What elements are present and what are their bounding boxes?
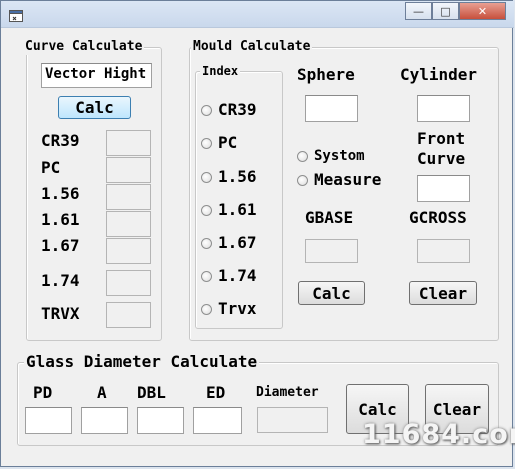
curve-pc-output [106, 157, 151, 183]
radio-circle-icon [297, 150, 308, 162]
curve-label-trvx: TRVX [41, 304, 80, 323]
curve-label-1-61: 1.61 [41, 210, 80, 229]
index-radio-1-67[interactable]: 1.67 [201, 233, 257, 253]
diameter-label: Diameter [256, 385, 319, 400]
index-radio-trvx[interactable]: Trvx [201, 299, 257, 319]
glass-diameter-title: Glass Diameter Calculate [24, 352, 260, 372]
radio-circle-icon [201, 104, 212, 116]
sphere-label: Sphere [297, 65, 355, 84]
a-label: A [97, 383, 107, 402]
pd-input[interactable] [25, 407, 72, 434]
curve-label-pc: PC [41, 158, 61, 177]
radio-circle-icon [201, 204, 212, 216]
pd-label: PD [33, 383, 53, 402]
ed-label: ED [206, 383, 226, 402]
curve-calculate-title: Curve Calculate [23, 39, 145, 55]
curve-label-cr39: CR39 [41, 131, 80, 150]
index-radio-pc[interactable]: PC [201, 133, 237, 153]
vector-hight-field[interactable]: Vector Hight [41, 63, 152, 88]
radio-circle-icon [201, 237, 212, 249]
mode-radio-systom[interactable]: Systom [297, 146, 365, 166]
radio-circle-icon [201, 171, 212, 183]
front-curve-label: Front Curve [417, 129, 466, 168]
curve-1-56-output [106, 184, 151, 210]
dbl-input[interactable] [137, 407, 184, 434]
site-watermark: 11684.com [362, 419, 515, 450]
close-button[interactable]: ✕ [459, 2, 506, 20]
cylinder-label: Cylinder [400, 65, 478, 84]
radio-circle-icon [201, 137, 212, 149]
app-window-icon [9, 7, 23, 26]
curve-1-67-output [106, 238, 151, 264]
curve-1-74-output [106, 270, 151, 296]
ed-input[interactable] [193, 407, 242, 434]
cylinder-input[interactable] [417, 95, 470, 122]
curve-label-1-74: 1.74 [41, 271, 80, 290]
index-radio-cr39[interactable]: CR39 [201, 100, 257, 120]
curve-cr39-output [106, 130, 151, 156]
curve-label-1-67: 1.67 [41, 236, 80, 255]
mould-clear-button[interactable]: Clear [409, 281, 477, 305]
main-window: — □ ✕ Curve Calculate Vector Hight Calc … [0, 0, 515, 467]
radio-circle-icon [201, 303, 212, 315]
gcross-output [417, 239, 470, 263]
title-bar[interactable]: — □ ✕ [1, 1, 514, 28]
radio-circle-icon [297, 174, 308, 186]
index-radio-1-61[interactable]: 1.61 [201, 200, 257, 220]
sphere-input[interactable] [305, 95, 358, 122]
mode-radio-measure[interactable]: Measure [297, 170, 381, 190]
radio-circle-icon [201, 270, 212, 282]
curve-calc-button[interactable]: Calc [58, 96, 131, 119]
mould-calculate-title: Mould Calculate [191, 39, 313, 55]
curve-trvx-output [106, 302, 151, 328]
curve-1-61-output [106, 211, 151, 237]
minimize-button[interactable]: — [405, 2, 432, 20]
index-title: Index [200, 63, 241, 79]
dbl-label: DBL [137, 383, 166, 402]
diameter-output [257, 407, 328, 433]
a-input[interactable] [81, 407, 128, 434]
maximize-button[interactable]: □ [432, 2, 459, 20]
front-curve-input[interactable] [417, 175, 470, 202]
index-radio-1-56[interactable]: 1.56 [201, 167, 257, 187]
mould-calc-button[interactable]: Calc [298, 281, 365, 305]
gcross-label: GCROSS [409, 208, 467, 227]
curve-label-1-56: 1.56 [41, 184, 80, 203]
index-radio-1-74[interactable]: 1.74 [201, 266, 257, 286]
gbase-label: GBASE [305, 208, 354, 227]
gbase-output [305, 239, 358, 263]
vector-hight-value: Vector Hight [45, 66, 147, 82]
